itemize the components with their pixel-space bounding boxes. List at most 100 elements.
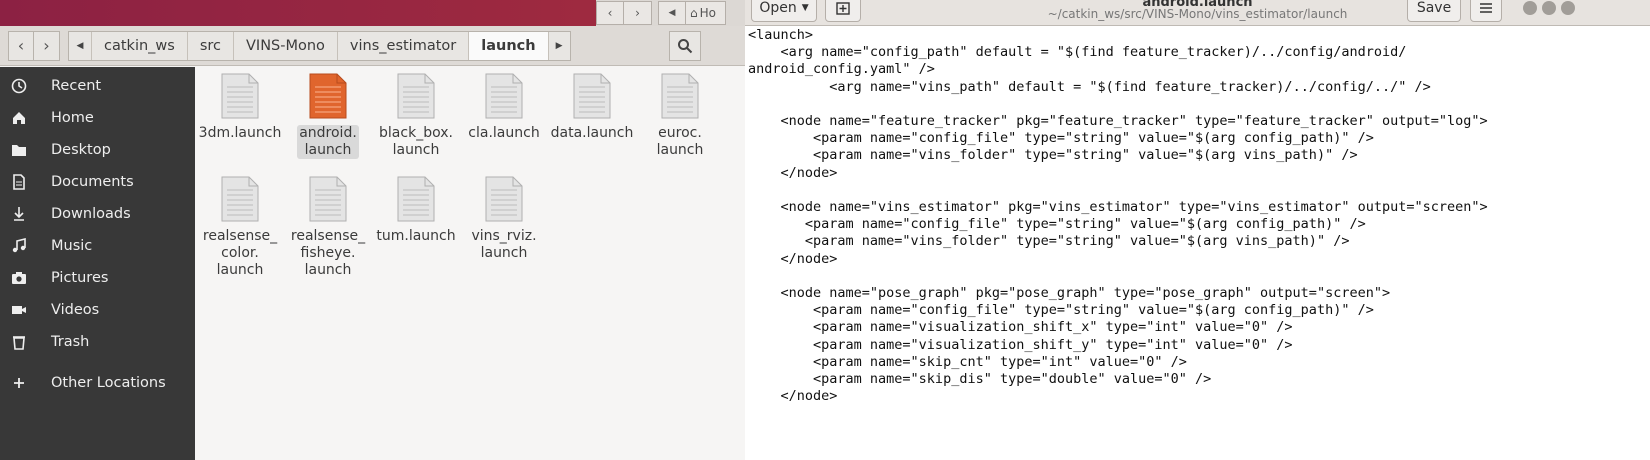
- code-line: <node name="pose_graph" pkg="pose_graph"…: [748, 285, 1391, 301]
- home-crumb[interactable]: ⌂ Ho: [686, 1, 726, 25]
- sidebar-item-label: Recent: [51, 78, 102, 94]
- back-button[interactable]: ‹: [8, 30, 34, 61]
- file-name-label: tum.launch: [376, 228, 456, 244]
- file-item-3dm[interactable]: 3dm.launch: [195, 67, 285, 142]
- save-button[interactable]: Save: [1407, 0, 1461, 22]
- code-line: android_config.yaml" />: [748, 61, 935, 78]
- sidebar-item-desktop[interactable]: Desktop: [0, 134, 195, 166]
- file-name-label: black_box. launch: [379, 125, 453, 158]
- sidebar-item-recent[interactable]: Recent: [0, 70, 195, 102]
- breadcrumb-scroll-left-icon[interactable]: ◀: [69, 32, 91, 60]
- code-line: <param name="visualization_shift_x" type…: [748, 319, 1293, 336]
- document-file-icon: [309, 73, 347, 119]
- forward-button[interactable]: ›: [624, 1, 652, 25]
- home-icon: ⌂: [690, 6, 698, 20]
- document-file-icon: [485, 176, 523, 222]
- text-editor-window: Open ▼ android.launch ~/catkin_ws/src/VI…: [745, 0, 1650, 460]
- document-file-icon: [573, 73, 611, 119]
- sidebar-item-other-locations[interactable]: Other Locations: [0, 367, 195, 399]
- sidebar-item-label: Music: [51, 238, 93, 254]
- file-item-black-box[interactable]: black_box. launch: [371, 67, 461, 159]
- file-name-label: vins_rviz. launch: [471, 228, 537, 261]
- file-name-label: cla.launch: [468, 125, 540, 141]
- breadcrumb-scroll-left-icon[interactable]: ◀: [658, 1, 686, 25]
- code-line: <arg name="config_path" default = "$(fin…: [748, 44, 1407, 61]
- maximize-button[interactable]: [1542, 1, 1556, 15]
- file-item-data[interactable]: data.launch: [547, 67, 637, 142]
- file-name-label: realsense_ color. launch: [202, 228, 278, 278]
- code-line: <param name="skip_dis" type="double" val…: [748, 371, 1212, 387]
- chevron-right-icon: ›: [635, 6, 640, 20]
- sidebar-item-label: Documents: [51, 174, 134, 190]
- clock-icon: [10, 77, 28, 95]
- document-icon: [10, 173, 28, 191]
- sidebar-item-videos[interactable]: Videos: [0, 294, 195, 326]
- sidebar-item-label: Trash: [51, 334, 90, 350]
- window-subtitle: ~/catkin_ws/src/VINS-Mono/vins_estimator…: [1047, 7, 1348, 21]
- close-button[interactable]: [1561, 1, 1575, 15]
- document-file-icon: [221, 176, 259, 222]
- sidebar-item-label: Home: [51, 110, 94, 126]
- file-item-cla[interactable]: cla.launch: [459, 67, 549, 142]
- minimize-button[interactable]: [1523, 1, 1537, 15]
- sidebar-item-home[interactable]: Home: [0, 102, 195, 134]
- breadcrumb-scroll-right-icon[interactable]: ▶: [547, 31, 570, 60]
- file-item-realsense-color[interactable]: realsense_ color. launch: [195, 170, 285, 279]
- folder-icon: [10, 141, 28, 159]
- breadcrumb-item-launch[interactable]: launch: [468, 31, 548, 60]
- music-icon: [10, 237, 28, 255]
- chevron-left-icon: ‹: [607, 6, 613, 20]
- forward-button[interactable]: ›: [34, 30, 60, 61]
- breadcrumb-item-catkin-ws[interactable]: catkin_ws: [91, 31, 187, 60]
- file-item-tum[interactable]: tum.launch: [371, 170, 461, 245]
- file-name-label: euroc. launch: [656, 125, 704, 158]
- file-name-label: android. launch: [297, 125, 359, 159]
- sidebar-item-downloads[interactable]: Downloads: [0, 198, 195, 230]
- chevron-left-icon: ‹: [17, 36, 25, 55]
- video-icon: [10, 301, 28, 319]
- code-line: <param name="config_file" type="string" …: [748, 130, 1374, 147]
- home-icon: [10, 109, 28, 127]
- document-file-icon: [397, 176, 435, 222]
- code-line: </node>: [748, 250, 838, 267]
- code-line: <node name="feature_tracker" pkg="featur…: [748, 113, 1488, 129]
- file-icon-view: 3dm.launch android. launch black_box. laun…: [195, 67, 745, 460]
- document-file-icon: [309, 176, 347, 222]
- breadcrumb-item-vins-estimator[interactable]: vins_estimator: [336, 31, 468, 60]
- sidebar-item-pictures[interactable]: Pictures: [0, 262, 195, 294]
- places-sidebar: Recent Home Desktop Documents Downloads …: [0, 67, 195, 460]
- code-line: <param name="vins_folder" type="string" …: [748, 147, 1358, 164]
- sidebar-item-label: Other Locations: [51, 375, 166, 391]
- text-editor-headerbar: Open ▼ android.launch ~/catkin_ws/src/VI…: [745, 0, 1650, 26]
- code-line: <param name="config_file" type="string" …: [748, 302, 1374, 319]
- back-button[interactable]: ‹: [596, 1, 624, 25]
- home-label: Ho: [699, 6, 716, 20]
- code-editor[interactable]: <launch> <arg name="config_path" default…: [745, 26, 1650, 460]
- save-button-label: Save: [1416, 0, 1452, 16]
- code-line: <param name="skip_cnt" type="int" value=…: [748, 353, 1187, 370]
- file-item-android[interactable]: android. launch: [283, 67, 373, 159]
- code-line: <launch>: [748, 27, 814, 43]
- download-icon: [10, 205, 28, 223]
- file-item-euroc[interactable]: euroc. launch: [635, 67, 725, 159]
- breadcrumb-item-vins-mono[interactable]: VINS-Mono: [233, 31, 337, 60]
- hamburger-menu-icon: [1480, 3, 1492, 13]
- sidebar-item-music[interactable]: Music: [0, 230, 195, 262]
- breadcrumb-item-src[interactable]: src: [186, 31, 233, 60]
- code-line: <node name="vins_estimator" pkg="vins_es…: [748, 199, 1488, 215]
- menu-button[interactable]: [1470, 0, 1502, 22]
- plus-icon: [10, 374, 28, 392]
- document-file-icon: [397, 73, 435, 119]
- sidebar-item-documents[interactable]: Documents: [0, 166, 195, 198]
- file-name-label: 3dm.launch: [198, 125, 282, 141]
- sidebar-item-trash[interactable]: Trash: [0, 326, 195, 358]
- document-file-icon: [485, 73, 523, 119]
- search-button[interactable]: [669, 31, 701, 61]
- file-item-vins-rviz[interactable]: vins_rviz. launch: [459, 170, 549, 262]
- sidebar-item-label: Videos: [51, 302, 100, 318]
- file-manager-window: ‹ › ◀ catkin_ws src VINS-Mono vins_estim…: [0, 0, 745, 460]
- trash-icon: [10, 333, 28, 351]
- file-name-label: realsense_ fisheye. launch: [290, 228, 366, 278]
- sidebar-separator: [0, 358, 195, 367]
- file-item-realsense-fisheye[interactable]: realsense_ fisheye. launch: [283, 170, 373, 279]
